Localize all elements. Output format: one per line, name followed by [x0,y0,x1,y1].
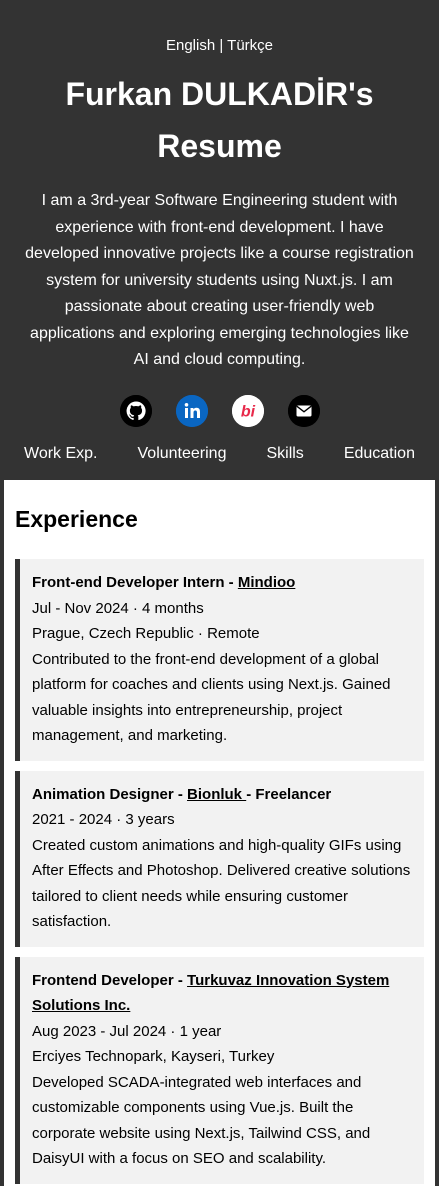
page-title-line2: Resume [157,128,282,164]
hero-header: English | Türkçe Furkan DULKADİR's Resum… [4,0,435,480]
company-link[interactable]: Bionluk [187,786,246,803]
main-content: Experience Front-end Developer Intern - … [4,480,435,1184]
email-link[interactable] [287,394,320,427]
role-title: Frontend Developer - [32,971,188,989]
experience-card: Animation Designer - Bionluk - Freelance… [15,770,424,947]
nav-volunteering[interactable]: Volunteering [138,443,227,465]
experience-heading: Experience [15,506,138,532]
experience-period: Aug 2023 - Jul 2024 · 1 year [32,1022,222,1040]
lang-english-link[interactable]: English [166,37,215,54]
experience-description: Created custom animations and high-quali… [32,836,411,931]
experience-period: 2021 - 2024 · 3 years [32,811,175,828]
experience-role: Animation Designer - Bionluk - Freelance… [32,782,412,808]
linkedin-link[interactable] [175,394,208,427]
experience-description: Developed SCADA-integrated web interface… [32,1073,371,1168]
linkedin-icon [175,394,208,427]
nav-skills[interactable]: Skills [266,443,303,465]
bionluk-link[interactable]: bi [231,394,264,427]
lang-turkish-link[interactable]: Türkçe [227,37,273,54]
social-links: bi [4,394,435,427]
language-switcher: English | Türkçe [4,36,435,56]
page-title-line1: Furkan DULKADİR's [65,76,374,112]
lang-separator: | [215,37,228,54]
github-icon [119,394,152,427]
nav-education[interactable]: Education [344,443,415,465]
experience-role: Frontend Developer - Turkuvaz Innovation… [32,968,412,1019]
role-title: Front-end Developer Intern - [32,574,238,591]
nav-work-experience[interactable]: Work Exp. [24,443,98,465]
experience-location: Prague, Czech Republic · Remote [32,625,260,642]
experience-location: Erciyes Technopark, Kayseri, Turkey [32,1048,275,1065]
bio-text: I am a 3rd-year Software Engineering stu… [25,192,414,368]
experience-card: Frontend Developer - Turkuvaz Innovation… [15,956,424,1184]
resume-page: English | Türkçe Furkan DULKADİR's Resum… [0,0,439,1186]
role-title: Animation Designer - [32,785,188,803]
experience-role: Front-end Developer Intern - Mindioo [32,570,412,596]
svg-text:bi: bi [240,403,255,420]
experience-period: Jul - Nov 2024 · 4 months [32,599,204,617]
page-title: Furkan DULKADİR's Resume [4,68,435,172]
role-suffix: - Freelancer [246,785,332,803]
experience-card: Front-end Developer Intern - Mindioo Jul… [15,559,424,761]
section-nav: Work Exp. Volunteering Skills Education [4,443,435,465]
email-icon [287,394,320,427]
company-link[interactable]: Mindioo [238,574,295,591]
experience-description: Contributed to the front-end development… [32,650,391,745]
github-link[interactable] [119,394,152,427]
bionluk-icon: bi [231,394,264,427]
